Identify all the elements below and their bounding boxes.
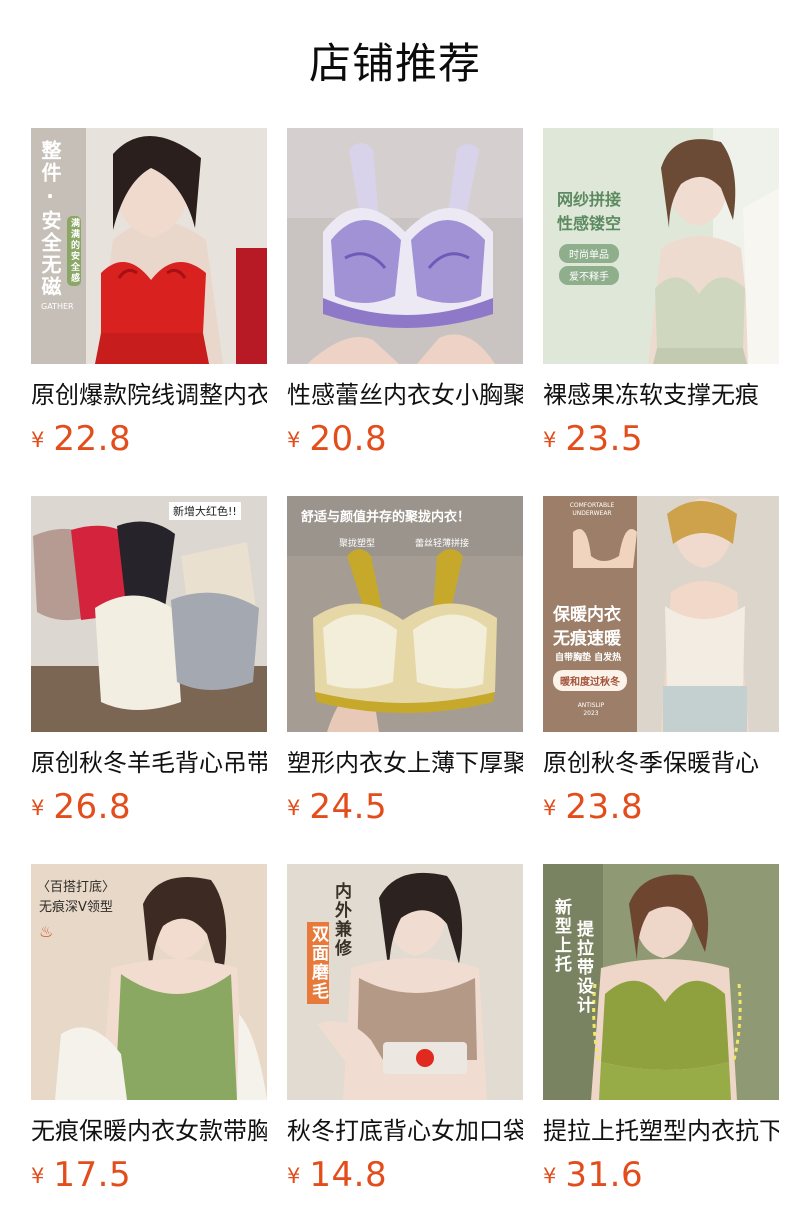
- overlay-line3-text: 自带胸垫 自发热: [555, 653, 622, 663]
- overlay-line1-text: 〈百搭打底〉: [37, 880, 116, 895]
- overlay-line1-text: 保暖内衣: [553, 605, 621, 625]
- product-name[interactable]: 塑形内衣女上薄下厚聚拢: [287, 746, 523, 780]
- price-value: 17.5: [53, 1155, 132, 1195]
- product-card-2[interactable]: 性感蕾丝内衣女小胸聚拢 ¥20.8: [287, 128, 523, 496]
- product-card-7[interactable]: 〈百搭打底〉 无痕深V领型 ♨ 无痕保暖内衣女款带胸垫 ¥17.5: [31, 864, 267, 1232]
- lace-bra-photo: [287, 128, 523, 364]
- product-name[interactable]: 原创爆款院线调整内衣: [31, 378, 267, 412]
- product-name[interactable]: 提拉上托塑型内衣抗下垂: [543, 1114, 779, 1148]
- currency-symbol: ¥: [31, 428, 45, 452]
- currency-symbol: ¥: [543, 796, 557, 820]
- overlay-line1-text: 内外兼修: [331, 882, 351, 958]
- product-card-5[interactable]: 舒适与颜值并存的聚拢内衣！ 聚拢塑型 蕾丝轻薄拼接 塑形内衣女上薄下厚聚拢 ¥2…: [287, 496, 523, 864]
- product-image-3[interactable]: 网纱拼接 性感镂空 时尚单品 爱不释手: [543, 128, 779, 364]
- product-card-4[interactable]: 新增大红色!! 原创秋冬羊毛背心吊带 ¥26.8: [31, 496, 267, 864]
- product-price: ¥14.8: [287, 1154, 523, 1196]
- overlay-feature2-text: 蕾丝轻薄拼接: [415, 539, 470, 549]
- product-image-6[interactable]: COMFORTABLE UNDERWEAR 保暖内衣 无痕速暖 自带胸垫 自发热…: [543, 496, 779, 732]
- product-price: ¥23.8: [543, 786, 779, 828]
- overlay-line2-text: 无痕速暖: [553, 629, 621, 649]
- product-image-8[interactable]: 内外兼修 双面磨毛: [287, 864, 523, 1100]
- currency-symbol: ¥: [287, 1164, 301, 1188]
- overlay-headline-text: 舒适与颜值并存的聚拢内衣！: [301, 510, 471, 525]
- product-card-3[interactable]: 网纱拼接 性感镂空 时尚单品 爱不释手 裸感果冻软支撑无痕 ¥23.5: [543, 128, 779, 496]
- product-price: ¥23.5: [543, 418, 779, 460]
- product-price: ¥31.6: [543, 1154, 779, 1196]
- price-value: 14.8: [309, 1155, 388, 1195]
- currency-symbol: ¥: [287, 428, 301, 452]
- product-image-4[interactable]: 新增大红色!!: [31, 496, 267, 732]
- currency-symbol: ¥: [31, 1164, 45, 1188]
- product-name[interactable]: 原创秋冬羊毛背心吊带: [31, 746, 267, 780]
- product-name[interactable]: 秋冬打底背心女加口袋: [287, 1114, 523, 1148]
- product-name[interactable]: 原创秋冬季保暖背心: [543, 746, 779, 780]
- product-card-1[interactable]: 整件·安全无磁 满满的安全感 GATHER 原创爆款院线调整内衣 ¥22.8: [31, 128, 267, 496]
- overlay-main-text: 整件·安全无磁: [38, 140, 62, 298]
- overlay-brand-text: GATHER: [41, 302, 74, 311]
- page-title: 店铺推荐: [308, 39, 481, 88]
- product-price: ¥22.8: [31, 418, 267, 460]
- product-image-1[interactable]: 整件·安全无磁 满满的安全感 GATHER: [31, 128, 267, 364]
- currency-symbol: ¥: [543, 1164, 557, 1188]
- price-value: 31.6: [565, 1155, 644, 1195]
- product-price: ¥26.8: [31, 786, 267, 828]
- product-card-9[interactable]: 新型上托 提拉带设计 提拉上托塑型内衣抗下垂 ¥31.6: [543, 864, 779, 1232]
- currency-symbol: ¥: [287, 796, 301, 820]
- product-name[interactable]: 裸感果冻软支撑无痕: [543, 378, 779, 412]
- yellow-bra-photo: [287, 496, 523, 732]
- overlay-line2-text: 提拉带设计: [573, 920, 593, 1015]
- product-card-8[interactable]: 内外兼修 双面磨毛 秋冬打底背心女加口袋 ¥14.8: [287, 864, 523, 1232]
- overlay-line2-text: 无痕深V领型: [39, 900, 113, 915]
- product-card-6[interactable]: COMFORTABLE UNDERWEAR 保暖内衣 无痕速暖 自带胸垫 自发热…: [543, 496, 779, 864]
- overlay-line1-text: 网纱拼接: [557, 190, 622, 209]
- product-image-2[interactable]: [287, 128, 523, 364]
- price-value: 23.5: [565, 419, 644, 459]
- shop-recommendation-page: 店铺推荐 整件·安全无磁 满满的安全感 GATHER 原创爆款院线调整内衣 ¥ …: [0, 0, 790, 1232]
- price-value: 20.8: [309, 419, 388, 459]
- product-image-7[interactable]: 〈百搭打底〉 无痕深V领型 ♨: [31, 864, 267, 1100]
- overlay-feature1-text: 聚拢塑型: [339, 539, 376, 549]
- overlay-sub-text: 满满的安全感: [67, 216, 81, 286]
- product-name[interactable]: 无痕保暖内衣女款带胸垫: [31, 1114, 267, 1148]
- price-value: 24.5: [309, 787, 388, 827]
- overlay-line2-text: 双面磨毛: [307, 922, 329, 1004]
- product-image-9[interactable]: 新型上托 提拉带设计: [543, 864, 779, 1100]
- price-value: 22.8: [53, 419, 132, 459]
- product-name[interactable]: 性感蕾丝内衣女小胸聚拢: [287, 378, 523, 412]
- price-value: 26.8: [53, 787, 132, 827]
- heat-icon: ♨: [39, 922, 54, 941]
- overlay-badge-text: 新增大红色!!: [169, 502, 241, 520]
- overlay-line1-text: 新型上托: [551, 898, 571, 974]
- overlay-tag2-text: 爱不释手: [559, 266, 619, 285]
- currency-symbol: ¥: [31, 796, 45, 820]
- overlay-foot-text: ANTISLIP 2023: [577, 702, 605, 717]
- overlay-line2-text: 性感镂空: [557, 214, 622, 233]
- currency-symbol: ¥: [543, 428, 557, 452]
- fuzzy-vests-photo: [31, 496, 267, 732]
- overlay-top-text: COMFORTABLE UNDERWEAR: [569, 502, 615, 517]
- product-image-5[interactable]: 舒适与颜值并存的聚拢内衣！ 聚拢塑型 蕾丝轻薄拼接: [287, 496, 523, 732]
- price-value: 23.8: [565, 787, 644, 827]
- product-price: ¥20.8: [287, 418, 523, 460]
- overlay-pill-text: 暖和度过秋冬: [553, 670, 627, 691]
- product-price: ¥24.5: [287, 786, 523, 828]
- product-price: ¥17.5: [31, 1154, 267, 1196]
- product-grid: 整件·安全无磁 满满的安全感 GATHER 原创爆款院线调整内衣 ¥22.8 性…: [31, 128, 779, 1232]
- overlay-tag1-text: 时尚单品: [559, 244, 619, 263]
